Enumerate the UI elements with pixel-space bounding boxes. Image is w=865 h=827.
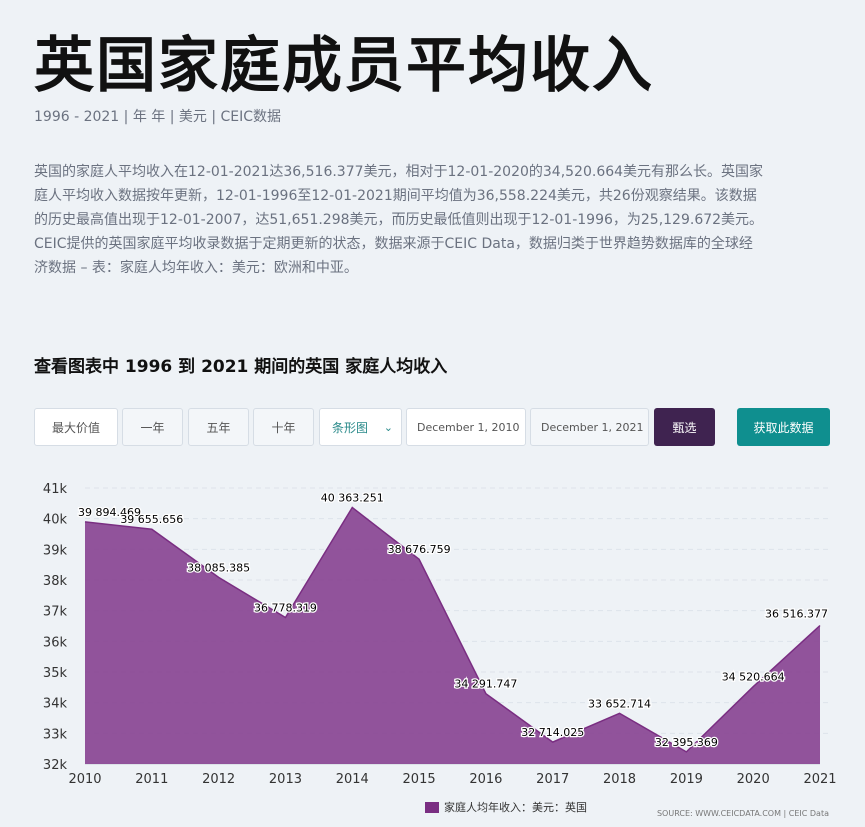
data-label: 36 778.319 xyxy=(254,601,317,614)
y-axis-ticks: 41k 40k 39k 38k 37k 36k 35k 34k 33k 32k xyxy=(43,482,68,773)
y-tick-label: 38k xyxy=(43,574,68,589)
x-axis-ticks: 2010 2011 2012 2013 2014 2015 2016 2017 2018 2019… xyxy=(68,772,836,787)
x-tick-label: 2021 xyxy=(803,772,836,787)
y-tick-label: 40k xyxy=(43,513,68,528)
y-tick-label: 34k xyxy=(43,697,68,712)
y-tick-label: 32k xyxy=(43,758,68,773)
x-tick-label: 2020 xyxy=(737,772,770,787)
x-tick-label: 2013 xyxy=(269,772,302,787)
date-from-input[interactable]: December 1, 2010 xyxy=(406,408,526,446)
max-range-button[interactable]: 最大价值 xyxy=(34,408,118,446)
x-tick-label: 2016 xyxy=(469,772,502,787)
y-tick-label: 36k xyxy=(43,635,68,650)
y-tick-label: 35k xyxy=(43,666,68,681)
y-tick-label: 39k xyxy=(43,543,68,558)
y-tick-label: 41k xyxy=(43,482,68,497)
page-description: 英国的家庭人平均收入在12-01-2021达36,516.377美元，相对于12… xyxy=(34,164,764,276)
x-tick-label: 2010 xyxy=(68,772,101,787)
one-year-button[interactable]: 一年 xyxy=(122,408,183,446)
area-chart: 41k40k39k38k37k36k35k34k33k32k 2010 2011 2… xyxy=(43,482,837,787)
data-label: 39 655.656 xyxy=(120,513,183,526)
chart-section-heading: 查看图表中 1996 到 2021 期间的英国 家庭人均收入 xyxy=(34,357,448,377)
chevron-down-icon: ⌄ xyxy=(383,420,393,434)
chart-legend[interactable]: 家庭人均年收入：美元：英国 xyxy=(425,799,587,815)
x-tick-label: 2019 xyxy=(670,772,703,787)
data-label: 34 291.747 xyxy=(454,678,517,691)
area-fill xyxy=(85,507,820,764)
data-label: 34 520.664 xyxy=(722,671,785,684)
date-to-input[interactable]: December 1, 2021 xyxy=(530,408,649,446)
area-series xyxy=(84,506,821,764)
x-tick-label: 2014 xyxy=(336,772,369,787)
data-label: 36 516.377 xyxy=(765,607,828,620)
data-label: 32 395.369 xyxy=(655,736,718,749)
data-label: 33 652.714 xyxy=(588,697,651,710)
x-tick-label: 2015 xyxy=(403,772,436,787)
x-tick-label: 2011 xyxy=(135,772,168,787)
x-tick-label: 2018 xyxy=(603,772,636,787)
legend-label: 家庭人均年收入：美元：英国 xyxy=(444,801,587,814)
data-label: 32 714.025 xyxy=(521,726,584,739)
data-label: 40 363.251 xyxy=(321,492,384,505)
legend-swatch xyxy=(425,801,439,813)
page-title: 英国家庭成员平均收入 xyxy=(34,31,654,101)
x-tick-label: 2017 xyxy=(536,772,569,787)
chart-type-select[interactable]: 条形图 ⌄ xyxy=(319,408,402,446)
page-subtitle: 1996 - 2021 | 年 年 | 美元 | CEIC数据 xyxy=(34,109,282,125)
filter-button[interactable]: 甄选 xyxy=(654,408,715,446)
data-label: 38 676.759 xyxy=(388,543,451,556)
y-tick-label: 33k xyxy=(43,727,68,742)
get-data-button[interactable]: 获取此数据 xyxy=(737,408,830,446)
y-tick-label: 37k xyxy=(43,605,68,620)
ten-year-button[interactable]: 十年 xyxy=(253,408,314,446)
chart-source: SOURCE: WWW.CEICDATA.COM | CEIC Data xyxy=(656,809,829,818)
five-year-button[interactable]: 五年 xyxy=(188,408,249,446)
chart-type-value: 条形图 xyxy=(332,420,369,435)
x-tick-label: 2012 xyxy=(202,772,235,787)
data-label: 38 085.385 xyxy=(187,561,250,574)
